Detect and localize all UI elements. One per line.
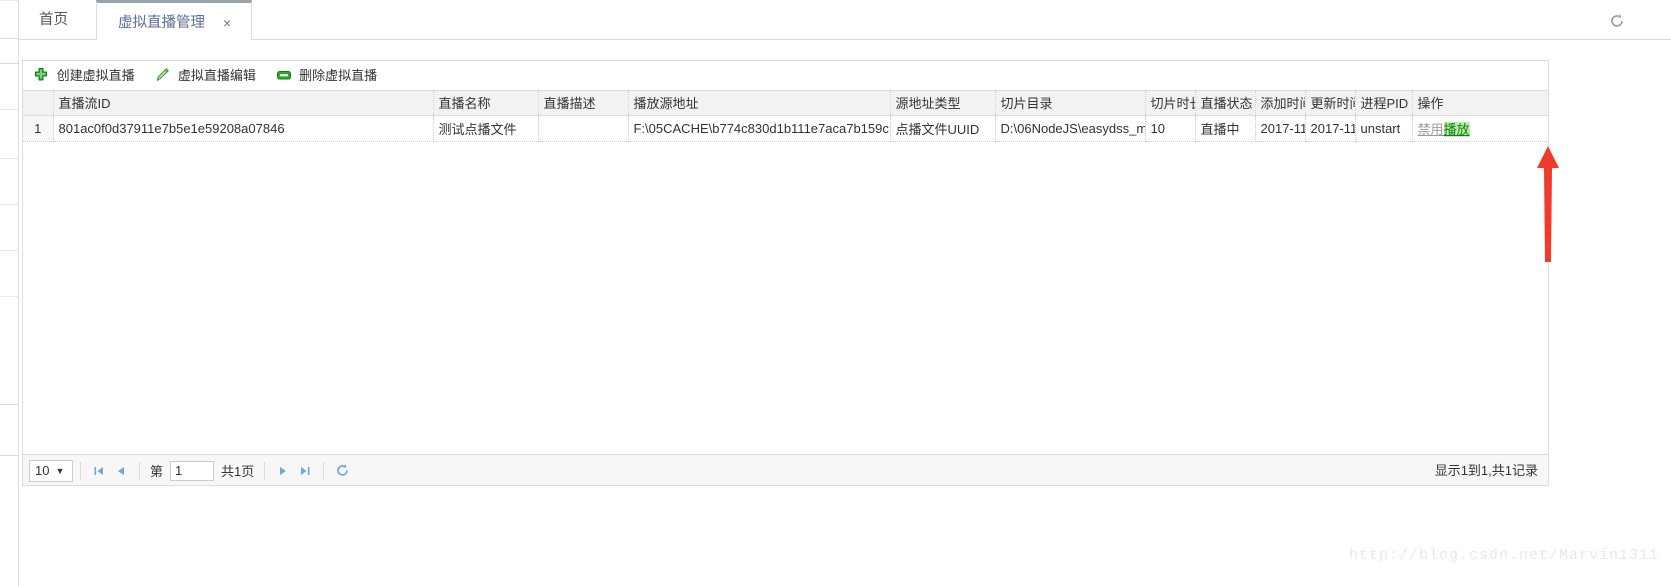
strip-divider [0, 296, 19, 297]
tab-home-label: 首页 [39, 12, 68, 28]
page-panel: 创建虚拟直播 虚拟直播编辑 删除虚拟直播 直播流ID 直播名称 直播描述 播放源… [19, 41, 1671, 586]
strip-divider [0, 109, 19, 110]
page-prefix-label: 第 [150, 464, 164, 479]
cell-status: 直播中 [1195, 115, 1256, 142]
table-row[interactable]: 1 801ac0f0d37911e7b5e1e59208a07846 测试点播文… [23, 115, 1548, 142]
cell-source-url: F:\05CACHE\b774c830d1b111e7aca7b159c [628, 115, 891, 142]
tab-active-label: 虚拟直播管理 [118, 15, 205, 32]
first-page-icon[interactable] [88, 460, 110, 482]
page-number-input[interactable] [170, 460, 215, 481]
chevron-down-icon: ▼ [55, 465, 65, 476]
strip-divider [0, 250, 19, 251]
tab-home[interactable]: 首页 [21, 0, 86, 40]
play-link[interactable]: 播放 [1443, 121, 1470, 137]
column-header-actions[interactable]: 操作 [1412, 91, 1548, 116]
cell-added-time: 2017-11 [1255, 115, 1306, 142]
cell-slice-dir: D:\06NodeJS\easydss_mp [995, 115, 1146, 142]
column-header-updated-time[interactable]: 更新时间 [1305, 91, 1356, 116]
cell-slice-dur: 10 [1145, 115, 1196, 142]
column-header-source-url[interactable]: 播放源地址 [628, 91, 891, 116]
edit-virtual-live-button[interactable]: 虚拟直播编辑 [152, 64, 262, 88]
divider [264, 461, 266, 480]
delete-virtual-live-label: 删除虚拟直播 [299, 68, 378, 83]
left-sidebar-strip [0, 0, 19, 586]
divider [80, 461, 81, 480]
column-header-desc[interactable]: 直播描述 [538, 91, 629, 116]
strip-divider [0, 404, 19, 405]
create-virtual-live-label: 创建虚拟直播 [56, 68, 135, 83]
page-total-label: 共1页 [221, 464, 255, 479]
column-header-slice-dur[interactable]: 切片时长 [1145, 91, 1196, 116]
delete-virtual-live-button[interactable]: 删除虚拟直播 [274, 64, 384, 88]
last-page-icon[interactable] [294, 460, 316, 482]
strip-divider [0, 158, 19, 159]
virtual-live-table: 直播流ID 直播名称 直播描述 播放源地址 源地址类型 切片目录 切片时长 直播… [23, 91, 1548, 142]
pagination-controls: 10 ▼ 第 共1页 [29, 455, 353, 486]
page-size-value: 10 [35, 463, 50, 478]
close-icon[interactable]: × [223, 3, 231, 43]
cell-actions: 禁用播放 [1412, 115, 1548, 142]
column-header-index[interactable] [23, 91, 54, 116]
data-table-wrapper: 直播流ID 直播名称 直播描述 播放源地址 源地址类型 切片目录 切片时长 直播… [23, 91, 1548, 485]
virtual-live-content-box: 创建虚拟直播 虚拟直播编辑 删除虚拟直播 直播流ID 直播名称 直播描述 播放源… [22, 60, 1549, 486]
strip-divider [0, 0, 19, 1]
cell-source-type: 点播文件UUID [890, 115, 996, 142]
tab-virtual-live-management[interactable]: 虚拟直播管理 × [96, 0, 253, 43]
pencil-edit-icon [154, 67, 170, 83]
page-size-select[interactable]: 10 ▼ [29, 459, 73, 482]
column-header-added-time[interactable]: 添加时间 [1255, 91, 1306, 116]
column-header-pid[interactable]: 进程PID [1355, 91, 1413, 116]
add-plus-icon [33, 67, 49, 83]
edit-virtual-live-label: 虚拟直播编辑 [177, 68, 256, 83]
disable-link[interactable]: 禁用 [1418, 122, 1444, 137]
column-header-name[interactable]: 直播名称 [433, 91, 539, 116]
strip-divider [0, 38, 19, 39]
tab-bar: 首页 虚拟直播管理 × [19, 0, 1671, 40]
column-header-status[interactable]: 直播状态 [1195, 91, 1256, 116]
table-toolbar: 创建虚拟直播 虚拟直播编辑 删除虚拟直播 [23, 61, 1548, 91]
column-header-slice-dir[interactable]: 切片目录 [995, 91, 1146, 116]
cell-stream-id: 801ac0f0d37911e7b5e1e59208a07846 [53, 115, 434, 142]
strip-divider [0, 455, 19, 456]
create-virtual-live-button[interactable]: 创建虚拟直播 [31, 64, 141, 88]
delete-minus-icon [276, 67, 292, 83]
cell-updated-time: 2017-11 [1305, 115, 1356, 142]
prev-page-icon[interactable] [110, 460, 132, 482]
pagination-bar: 10 ▼ 第 共1页 [23, 454, 1548, 485]
cell-desc [538, 115, 629, 142]
table-header-row: 直播流ID 直播名称 直播描述 播放源地址 源地址类型 切片目录 切片时长 直播… [23, 91, 1548, 116]
cell-pid: unstart [1355, 115, 1413, 142]
watermark-text: http://blog.csdn.net/Marvin1311 [1348, 547, 1659, 564]
refresh-icon[interactable] [331, 460, 353, 482]
column-header-source-type[interactable]: 源地址类型 [890, 91, 996, 116]
next-page-icon[interactable] [272, 460, 294, 482]
pagination-summary: 显示1到1,共1记录 [1434, 463, 1538, 478]
cell-index: 1 [23, 115, 54, 142]
cell-name: 测试点播文件 [433, 115, 539, 142]
column-header-stream-id[interactable]: 直播流ID [53, 91, 434, 116]
strip-divider [0, 63, 19, 64]
divider [323, 461, 325, 480]
strip-divider [0, 204, 19, 205]
divider [139, 461, 140, 480]
refresh-icon[interactable] [1609, 13, 1625, 29]
